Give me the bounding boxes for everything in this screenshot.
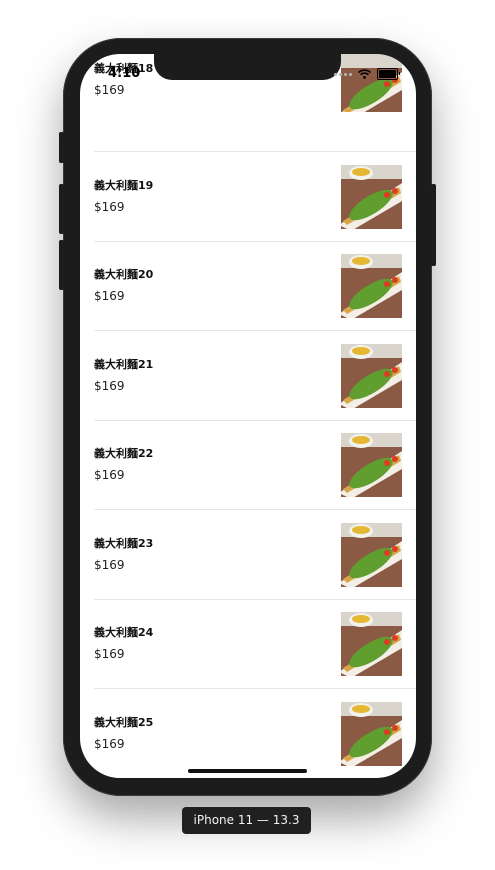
list-item[interactable]: 義大利麵23 $169 [94,511,416,600]
item-name: 義大利麵21 [94,358,154,371]
pasta-thumbnail [341,54,402,112]
list-item[interactable]: 義大利麵25 $169 [94,690,402,778]
row-separator [94,330,416,331]
signal-dots-icon [334,72,352,76]
pasta-thumbnail [341,523,402,587]
row-separator [94,688,416,689]
pasta-thumbnail [341,165,402,229]
pasta-thumbnail [341,254,402,318]
volume-up-button [59,184,64,234]
app-screen: 義大利麵18 $169 義大利麵19 $169 義大利麵20 $169 義大利麵… [80,54,416,778]
power-button [431,184,436,266]
mute-switch [59,132,64,163]
pasta-thumbnail [341,612,402,676]
pasta-thumbnail [341,702,402,766]
row-separator [94,151,416,152]
status-icons [334,68,400,80]
item-price: $169 [94,558,125,572]
wifi-icon [358,69,371,79]
list-item[interactable]: 義大利麵24 $169 [94,600,416,689]
item-name: 義大利麵22 [94,447,154,460]
item-price: $169 [94,379,125,393]
list-item[interactable]: 義大利麵20 $169 [94,242,416,331]
home-indicator[interactable] [188,769,307,773]
pasta-thumbnail [341,344,402,408]
battery-icon [377,68,400,80]
status-time: 4:10 [108,66,141,81]
row-separator [94,509,416,510]
item-price: $169 [94,468,125,482]
item-price: $169 [94,737,125,751]
notch [154,54,341,80]
item-price: $169 [94,289,125,303]
device-label: iPhone 11 — 13.3 [182,807,311,834]
item-price: $169 [94,200,125,214]
item-name: 義大利麵24 [94,626,154,639]
volume-down-button [59,240,64,290]
list-item[interactable]: 義大利麵19 $169 [94,153,416,242]
pasta-thumbnail [341,433,402,497]
item-name: 義大利麵25 [94,716,154,729]
list-item[interactable]: 義大利麵21 $169 [94,332,416,421]
list-item[interactable]: 義大利麵22 $169 [94,421,416,510]
item-price: $169 [94,647,125,661]
item-name: 義大利麵23 [94,537,154,550]
item-name: 義大利麵19 [94,179,154,192]
item-price: $169 [94,83,125,97]
item-name: 義大利麵20 [94,268,154,281]
